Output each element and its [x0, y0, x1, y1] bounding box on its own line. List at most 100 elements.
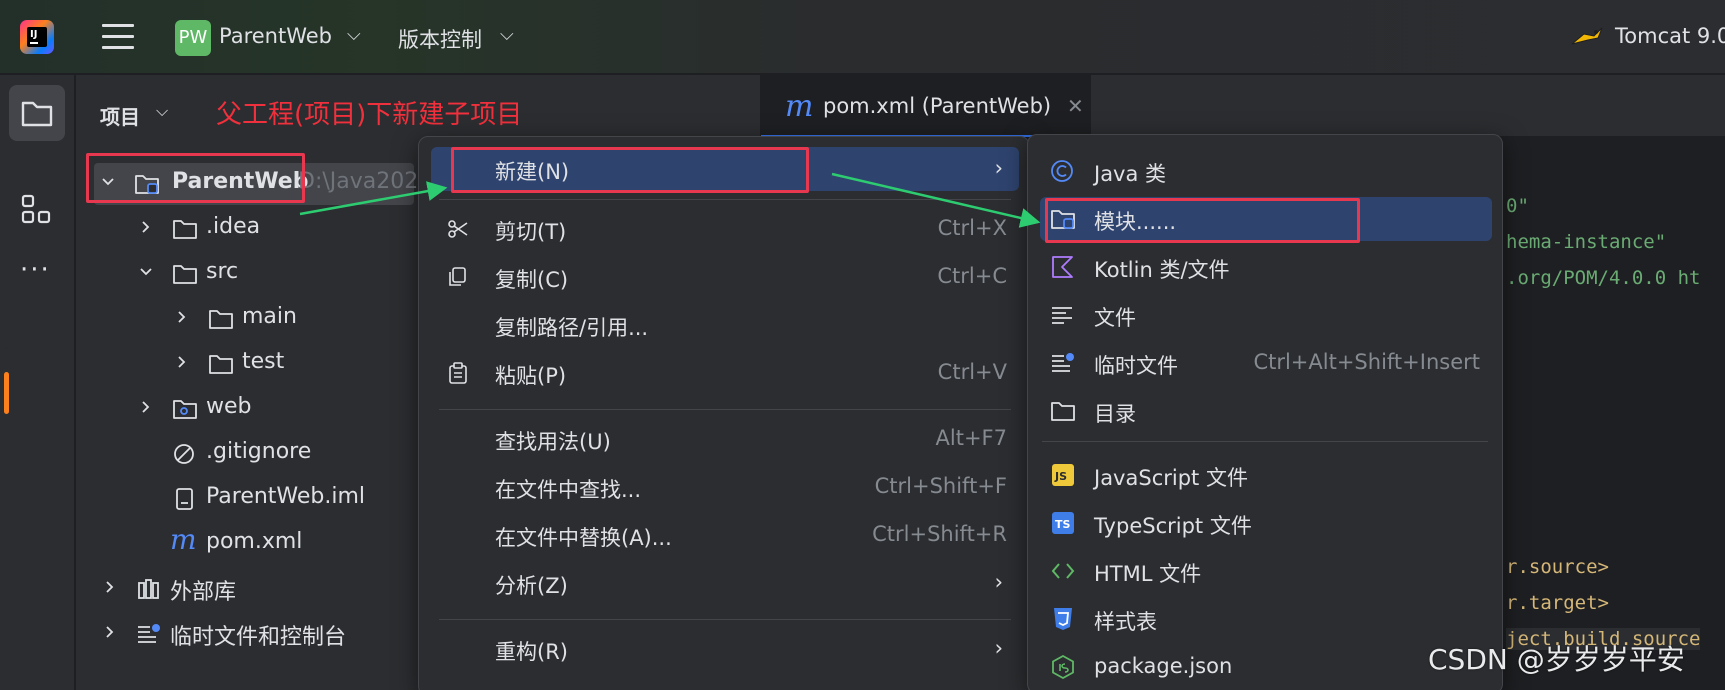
menu-shortcut: Ctrl+C [937, 264, 1007, 288]
code-line[interactable]: hema-instance" [1506, 231, 1666, 253]
chevron-right-icon[interactable] [102, 624, 118, 640]
nodejs-icon [1052, 655, 1074, 679]
title-bar: IJ PW ParentWeb ⌵ 版本控制 ⌵ Tomcat 9.0 [0, 0, 1725, 74]
menu-item-find-in-files[interactable]: 在文件中查找... Ctrl+Shift+F [431, 465, 1019, 509]
code-line[interactable]: r.target> [1506, 592, 1609, 614]
close-icon[interactable]: ✕ [1067, 94, 1084, 118]
tree-label: main [242, 304, 297, 329]
menu-label: 在文件中查找... [495, 478, 642, 502]
submenu-item-kotlin[interactable]: Kotlin 类/文件 [1040, 245, 1492, 289]
chevron-right-icon[interactable] [138, 399, 154, 415]
context-menu: 新建(N) › 剪切(T) Ctrl+X 复制(C) Ctrl+C 复制路径/引… [418, 136, 1030, 690]
code-line[interactable]: .org/POM/4.0.0 ht [1506, 267, 1700, 289]
submenu-item-scratch[interactable]: 临时文件 Ctrl+Alt+Shift+Insert [1040, 341, 1492, 385]
panel-title[interactable]: 项目 [100, 101, 140, 130]
menu-shortcut: Ctrl+V [937, 360, 1007, 384]
submenu-label: 文件 [1094, 306, 1136, 330]
chevron-down-icon[interactable]: ⌵ [500, 24, 514, 45]
menu-label: 重构(R) [495, 640, 568, 664]
project-switcher[interactable]: ParentWeb [219, 24, 332, 48]
more-tools-icon[interactable]: ··· [20, 257, 54, 285]
chevron-right-icon[interactable] [138, 219, 154, 235]
tree-item-external-libs[interactable]: 外部库 [98, 568, 318, 610]
chevron-right-icon: › [994, 156, 1003, 180]
chevron-right-icon: › [994, 570, 1003, 594]
tree-item-gitignore[interactable]: .gitignore [170, 433, 370, 475]
vcs-menu[interactable]: 版本控制 [398, 24, 482, 54]
submenu-item-java-class[interactable]: Java 类 [1040, 149, 1492, 193]
maven-icon: m [170, 523, 197, 556]
menu-item-new[interactable]: 新建(N) › [431, 147, 1019, 191]
tree-item-scratches[interactable]: 临时文件和控制台 [98, 613, 398, 655]
menu-item-copy[interactable]: 复制(C) Ctrl+C [431, 255, 1019, 299]
tree-label: 临时文件和控制台 [170, 625, 347, 650]
submenu-label: package.json [1094, 654, 1233, 678]
chevron-down-icon[interactable]: ⌵ [347, 24, 361, 45]
java-class-icon [1051, 160, 1073, 182]
tree-label: ParentWeb [172, 169, 309, 194]
svg-text:TS: TS [1055, 518, 1071, 531]
submenu-label: JavaScript 文件 [1094, 466, 1248, 490]
hamburger-menu-icon[interactable] [102, 24, 134, 50]
tree-item-web[interactable]: web [134, 388, 334, 430]
folder-icon [1051, 402, 1075, 421]
menu-item-replace-in-files[interactable]: 在文件中替换(A)... Ctrl+Shift+R [431, 513, 1019, 557]
menu-item-analyze[interactable]: 分析(Z) › [431, 561, 1019, 605]
chevron-down-icon[interactable] [138, 264, 154, 280]
menu-label: 粘贴(P) [495, 364, 567, 388]
menu-item-copy-path[interactable]: 复制路径/引用... [431, 303, 1019, 347]
menu-item-refactor[interactable]: 重构(R) › [431, 627, 1019, 671]
tree-item-iml[interactable]: ParentWeb.iml [170, 478, 410, 520]
submenu-label: TypeScript 文件 [1094, 514, 1252, 538]
copy-icon [449, 267, 466, 286]
code-line[interactable]: r.source> [1506, 556, 1609, 578]
submenu-item-html[interactable]: HTML 文件 [1040, 549, 1492, 593]
folder-icon [21, 101, 53, 127]
submenu-item-stylesheet[interactable]: 样式表 [1040, 597, 1492, 641]
chevron-right-icon[interactable] [174, 309, 190, 325]
tomcat-icon[interactable] [1570, 24, 1604, 50]
tool-scrollbar[interactable] [4, 348, 9, 414]
tree-root-parentweb[interactable]: ParentWeb D:\Java202 [94, 163, 418, 205]
folder-icon [173, 220, 197, 239]
tree-label: test [242, 349, 285, 374]
menu-label: 剪切(T) [495, 220, 567, 244]
structure-icon[interactable] [20, 193, 54, 227]
submenu-item-javascript[interactable]: JS JavaScript 文件 [1040, 453, 1492, 497]
submenu-label: Kotlin 类/文件 [1094, 258, 1230, 282]
menu-item-paste[interactable]: 粘贴(P) Ctrl+V [431, 351, 1019, 395]
scissors-icon [448, 220, 468, 238]
intellij-logo-icon[interactable]: IJ [20, 20, 54, 54]
tree-item-main[interactable]: main [170, 298, 370, 340]
typescript-icon: TS [1052, 512, 1074, 534]
submenu-label: 目录 [1094, 402, 1136, 426]
menu-shortcut: Ctrl+Shift+F [874, 474, 1007, 498]
project-tool-button[interactable] [9, 85, 65, 141]
chevron-down-icon[interactable] [100, 174, 116, 190]
tree-label: web [206, 394, 252, 419]
chevron-right-icon[interactable] [174, 354, 190, 370]
new-submenu: Java 类 模块...... Kotlin 类/文件 文件 临时文件 Ctrl… [1027, 134, 1503, 690]
menu-item-cut[interactable]: 剪切(T) Ctrl+X [431, 207, 1019, 251]
code-line[interactable]: 0" [1506, 195, 1529, 217]
editor-tab-pom[interactable]: m pom.xml (ParentWeb) ✕ [761, 75, 1091, 137]
tree-item-pom[interactable]: m pom.xml [170, 523, 370, 565]
submenu-item-module[interactable]: 模块...... [1040, 197, 1492, 241]
menu-item-find-usages[interactable]: 查找用法(U) Alt+F7 [431, 417, 1019, 461]
submenu-item-typescript[interactable]: TS TypeScript 文件 [1040, 501, 1492, 545]
tree-item-test[interactable]: test [170, 343, 370, 385]
tree-label: 外部库 [170, 580, 237, 605]
kotlin-icon [1052, 256, 1073, 278]
chevron-right-icon[interactable] [102, 579, 118, 595]
project-badge[interactable]: PW [175, 20, 211, 56]
run-configuration[interactable]: Tomcat 9.0 [1615, 24, 1725, 48]
tree-item-idea[interactable]: .idea [134, 208, 334, 250]
scratch-icon [138, 624, 160, 643]
submenu-item-package-json[interactable]: package.json [1040, 645, 1492, 689]
tree-item-src[interactable]: src [134, 253, 334, 295]
submenu-item-file[interactable]: 文件 [1040, 293, 1492, 337]
submenu-label: Java 类 [1094, 162, 1167, 186]
chevron-down-icon[interactable]: ⌵ [156, 101, 168, 121]
submenu-item-directory[interactable]: 目录 [1040, 389, 1492, 433]
iml-file-icon [176, 488, 193, 510]
